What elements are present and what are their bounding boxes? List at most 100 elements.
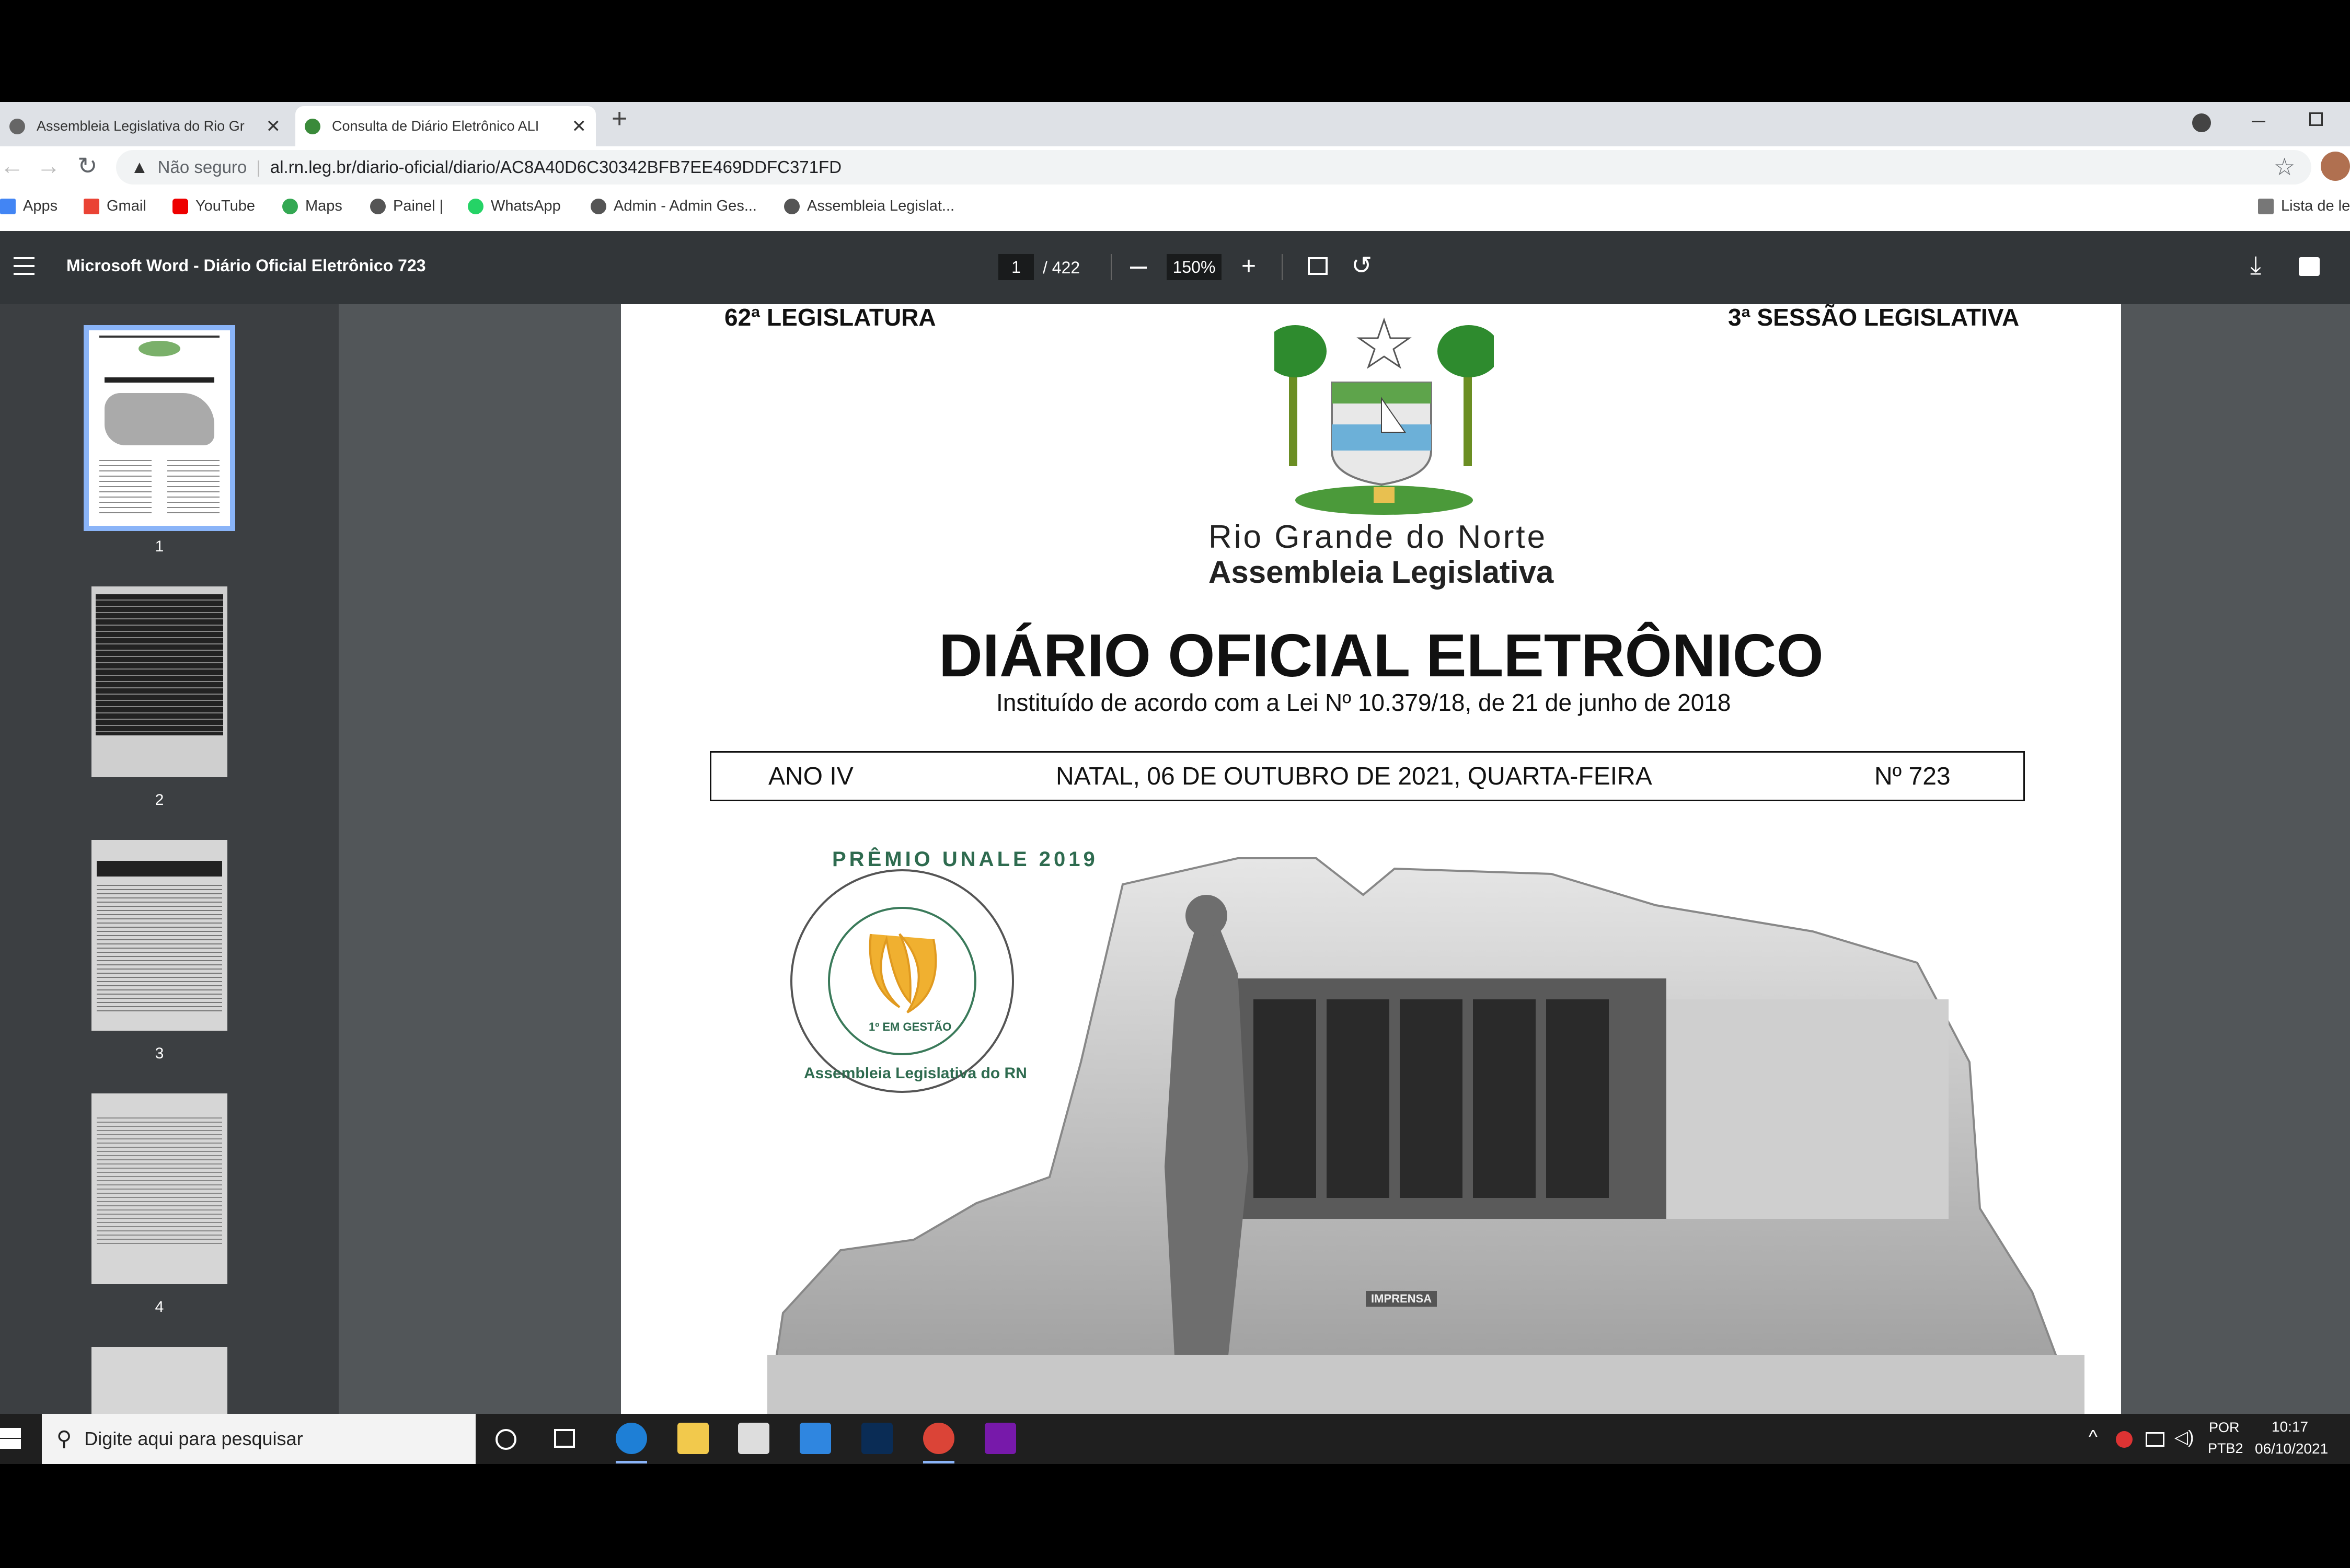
page-number-input[interactable]: 1 (998, 254, 1034, 280)
coat-of-arms-emblem (1274, 317, 1494, 515)
main-heading: DIÁRIO OFICIAL ELETRÔNICO (939, 621, 1824, 689)
tab-consulta-diario[interactable]: Consulta de Diário Eletrônico ALI ✕ (295, 106, 596, 146)
bookmark-maps[interactable]: Maps (282, 198, 342, 215)
language-bottom[interactable]: PTB2 (2208, 1440, 2243, 1457)
print-icon[interactable] (2299, 257, 2320, 276)
page-total: / 422 (1043, 258, 1080, 277)
bookmark-gmail[interactable]: Gmail (84, 198, 146, 215)
download-icon[interactable]: ⤓ (2250, 251, 2261, 280)
clock-time[interactable]: 10:17 (2272, 1419, 2308, 1435)
state-name: Rio Grande do Norte (1208, 519, 1548, 555)
bookmarks-bar (0, 188, 2350, 232)
cortana-icon[interactable] (496, 1429, 516, 1450)
antivirus-tray-icon[interactable] (2116, 1431, 2133, 1448)
bookmark-assembleia[interactable]: Assembleia Legislat... (784, 198, 954, 215)
globe-icon (784, 198, 800, 214)
bookmark-apps[interactable]: Apps (0, 198, 57, 215)
volume-icon[interactable]: ◁) (2174, 1427, 2194, 1448)
globe-icon (9, 118, 25, 134)
tab-strip: Assembleia Legislativa do Rio Gr ✕ Consu… (0, 102, 2350, 146)
bookmark-painel[interactable]: Painel | (370, 198, 443, 215)
reading-list[interactable]: Lista de le (2258, 198, 2350, 215)
security-label[interactable]: Não seguro (158, 157, 247, 177)
address-bar[interactable]: ▲ Não seguro | al.rn.leg.br/diario-ofici… (116, 150, 2311, 185)
onenote-icon[interactable] (985, 1423, 1016, 1454)
warning-icon[interactable]: ▲ (131, 157, 148, 178)
tab-title: Assembleia Legislativa do Rio Gr (37, 118, 245, 134)
windows-start-icon[interactable] (0, 1428, 21, 1449)
document-title: Microsoft Word - Diário Oficial Eletrôni… (66, 256, 426, 275)
forward-icon[interactable]: → (37, 152, 61, 180)
avatar[interactable] (2321, 152, 2350, 181)
bookmark-youtube[interactable]: YouTube (172, 198, 255, 215)
bookmark-star-icon[interactable]: ☆ (2274, 153, 2295, 181)
thumbnail-4[interactable] (91, 1093, 227, 1284)
zoom-in-icon[interactable]: + (1241, 252, 1256, 281)
thumbnail-5[interactable] (91, 1347, 227, 1415)
issue-year: ANO IV (768, 763, 854, 790)
tray-chevron-icon[interactable]: ^ (2089, 1426, 2098, 1448)
minimize-icon[interactable] (2252, 121, 2265, 122)
bookmark-admin[interactable]: Admin - Admin Ges... (591, 198, 757, 215)
bookmark-label: YouTube (195, 198, 255, 214)
language-top[interactable]: POR (2209, 1420, 2240, 1436)
reload-icon[interactable]: ↻ (77, 152, 98, 180)
tab-title: Consulta de Diário Eletrônico ALI (332, 118, 539, 134)
seal-mid-text: 1º EM GESTÃO (869, 1020, 952, 1033)
store-icon[interactable] (738, 1423, 769, 1454)
pdf-toolbar: Microsoft Word - Diário Oficial Eletrôni… (0, 231, 2350, 304)
task-view-icon[interactable] (554, 1429, 575, 1448)
seal-top-text: PRÊMIO UNALE 2019 (832, 848, 1098, 871)
mail-icon[interactable] (800, 1423, 831, 1454)
rotate-icon[interactable]: ↺ (1351, 251, 1372, 280)
file-explorer-icon[interactable] (677, 1423, 709, 1454)
tab-search-icon[interactable] (2192, 113, 2211, 132)
globe-icon (370, 198, 386, 214)
thumbnail-number: 2 (155, 791, 164, 809)
photoshop-icon[interactable] (861, 1423, 893, 1454)
thumbnail-1[interactable] (84, 325, 235, 531)
url-text[interactable]: al.rn.leg.br/diario-oficial/diario/AC8A4… (270, 157, 842, 177)
fit-page-icon[interactable] (1308, 257, 1328, 275)
close-icon[interactable]: ✕ (266, 116, 281, 137)
thumbnail-number: 1 (155, 538, 164, 555)
zoom-input[interactable]: 150% (1167, 254, 1222, 280)
thumbnail-2[interactable] (91, 586, 227, 777)
divider (1111, 254, 1112, 280)
restore-icon[interactable] (2309, 112, 2323, 126)
tab-assembleia[interactable]: Assembleia Legislativa do Rio Gr ✕ (0, 106, 290, 146)
back-icon[interactable]: ← (0, 152, 24, 180)
imprensa-sign: IMPRENSA (1366, 1291, 1437, 1307)
bookmark-label: Admin - Admin Ges... (614, 198, 757, 214)
assembly-name: Assembleia Legislativa (1208, 555, 1554, 590)
zoom-out-icon[interactable] (1130, 267, 1147, 269)
edge-icon[interactable] (616, 1423, 647, 1454)
maps-icon (282, 198, 298, 214)
bookmark-whatsapp[interactable]: WhatsApp (468, 198, 561, 215)
network-icon[interactable] (2146, 1432, 2164, 1447)
menu-icon[interactable] (14, 257, 34, 275)
seal-bottom-text: Assembleia Legislativa do RN (804, 1065, 1027, 1082)
chrome-icon[interactable] (923, 1423, 954, 1454)
whatsapp-icon (468, 198, 483, 214)
apps-grid-icon (0, 198, 16, 214)
bookmark-label: Gmail (107, 198, 146, 214)
bookmark-label: WhatsApp (491, 198, 561, 214)
close-icon[interactable]: ✕ (572, 116, 587, 137)
new-tab-button[interactable]: + (612, 103, 627, 134)
bookmark-label: Assembleia Legislat... (807, 198, 955, 214)
active-app-indicator (923, 1461, 954, 1463)
sessao-label: 3ª SESSÃO LEGISLATIVA (1728, 304, 2020, 331)
clock-date[interactable]: 06/10/2021 (2255, 1440, 2328, 1457)
gmail-icon (84, 198, 99, 214)
subheading: Instituído de acordo com a Lei Nº 10.379… (996, 689, 1731, 716)
search-icon: ⚲ (56, 1427, 72, 1450)
thumbnail-3[interactable] (91, 840, 227, 1031)
legislatura-label: 62ª LEGISLATURA (724, 304, 936, 331)
search-placeholder: Digite aqui para pesquisar (84, 1428, 303, 1449)
active-app-indicator (616, 1461, 647, 1463)
unale-award-seal (790, 869, 1014, 1093)
thumbnail-sidebar: 1 2 3 4 (0, 304, 339, 1415)
taskbar-search[interactable]: ⚲ Digite aqui para pesquisar (42, 1414, 476, 1464)
reading-list-icon (2258, 198, 2274, 214)
